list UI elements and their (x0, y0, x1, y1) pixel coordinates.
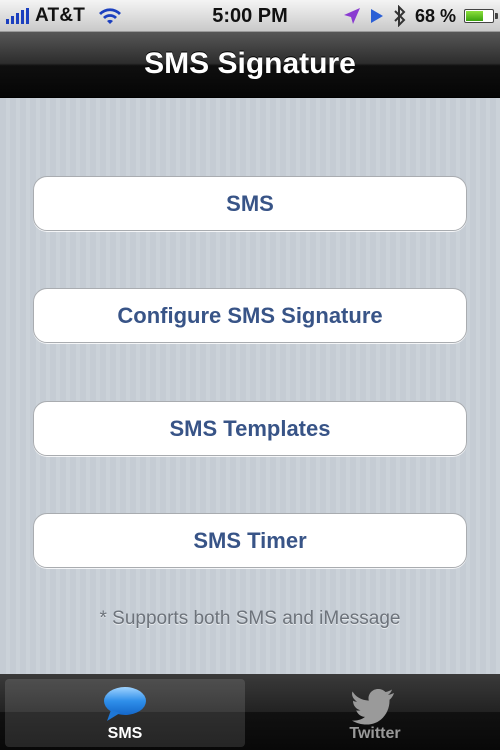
status-bar: AT&T 5:00 PM 68 % (0, 0, 500, 32)
battery-percent: 68 % (414, 5, 456, 26)
page-title: SMS Signature (144, 47, 356, 80)
speech-bubble-icon (5, 685, 245, 727)
configure-sms-signature-button[interactable]: Configure SMS Signature (33, 288, 467, 343)
play-icon (370, 9, 383, 23)
support-note: * Supports both SMS and iMessage (99, 608, 401, 629)
navigation-bar: SMS Signature (0, 32, 500, 98)
main-content: SMS Configure SMS Signature SMS Template… (0, 98, 500, 674)
battery-level-fill (466, 11, 484, 21)
battery-icon (464, 9, 498, 23)
twitter-bird-icon (255, 685, 495, 727)
sms-timer-button[interactable]: SMS Timer (33, 513, 467, 568)
tab-sms-label: SMS (107, 725, 143, 742)
status-right: 68 % (343, 0, 498, 32)
sms-templates-button[interactable]: SMS Templates (33, 401, 467, 456)
bluetooth-icon (394, 5, 406, 27)
tab-sms[interactable]: SMS (5, 679, 245, 747)
location-icon (343, 8, 360, 24)
tab-bar: SMS Twitter (0, 674, 500, 750)
sms-button[interactable]: SMS (33, 176, 467, 231)
tab-twitter[interactable]: Twitter (255, 679, 495, 747)
tab-twitter-label: Twitter (349, 725, 401, 742)
